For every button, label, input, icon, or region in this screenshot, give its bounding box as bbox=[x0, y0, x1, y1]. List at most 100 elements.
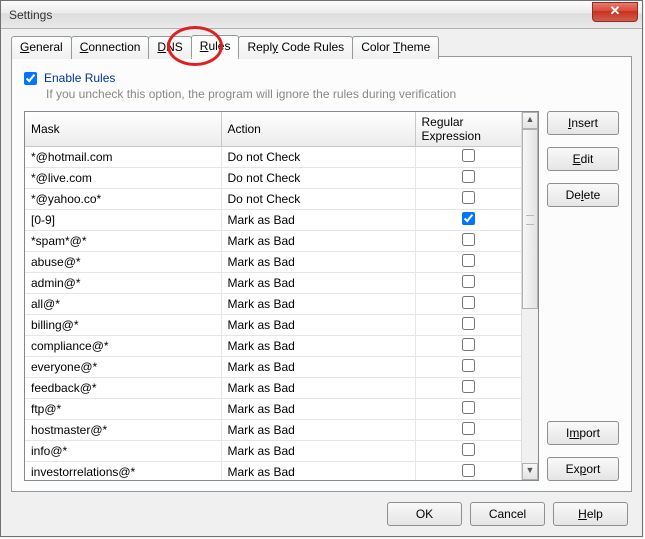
cell-mask: billing@* bbox=[25, 315, 221, 336]
regex-checkbox[interactable] bbox=[462, 296, 475, 309]
tab-reply-code-rules[interactable]: Reply Code Rules bbox=[238, 36, 353, 59]
table-row[interactable]: hostmaster@*Mark as Bad bbox=[25, 420, 521, 441]
table-row[interactable]: compliance@*Mark as Bad bbox=[25, 336, 521, 357]
scroll-down-button[interactable]: ▼ bbox=[522, 463, 538, 480]
enable-rules-label[interactable]: Enable Rules bbox=[44, 71, 115, 85]
cancel-button[interactable]: Cancel bbox=[470, 502, 545, 526]
cell-action: Mark as Bad bbox=[221, 420, 415, 441]
table-row[interactable]: billing@*Mark as Bad bbox=[25, 315, 521, 336]
col-action[interactable]: Action bbox=[221, 112, 415, 147]
table-row[interactable]: *@yahoo.co*Do not Check bbox=[25, 189, 521, 210]
cell-mask: feedback@* bbox=[25, 378, 221, 399]
cell-mask: *spam*@* bbox=[25, 231, 221, 252]
cell-mask: *@hotmail.com bbox=[25, 147, 221, 168]
table-row[interactable]: *@hotmail.comDo not Check bbox=[25, 147, 521, 168]
regex-checkbox[interactable] bbox=[462, 233, 475, 246]
regex-checkbox[interactable] bbox=[462, 170, 475, 183]
cell-action: Do not Check bbox=[221, 168, 415, 189]
delete-button[interactable]: Delete bbox=[547, 183, 619, 207]
cell-regex bbox=[415, 441, 521, 462]
cell-regex bbox=[415, 399, 521, 420]
rules-panel: Enable Rules If you uncheck this option,… bbox=[11, 56, 632, 492]
table-row[interactable]: investorrelations@*Mark as Bad bbox=[25, 462, 521, 481]
cell-mask: hostmaster@* bbox=[25, 420, 221, 441]
table-row[interactable]: feedback@*Mark as Bad bbox=[25, 378, 521, 399]
regex-checkbox[interactable] bbox=[462, 191, 475, 204]
table-row[interactable]: *spam*@*Mark as Bad bbox=[25, 231, 521, 252]
regex-checkbox[interactable] bbox=[462, 443, 475, 456]
cell-action: Do not Check bbox=[221, 189, 415, 210]
regex-checkbox[interactable] bbox=[462, 317, 475, 330]
table-row[interactable]: abuse@*Mark as Bad bbox=[25, 252, 521, 273]
rules-table-container: Mask Action Regular Expression *@hotmail… bbox=[24, 111, 539, 481]
cell-mask: compliance@* bbox=[25, 336, 221, 357]
cell-mask: all@* bbox=[25, 294, 221, 315]
col-mask[interactable]: Mask bbox=[25, 112, 221, 147]
cell-regex bbox=[415, 168, 521, 189]
cell-regex bbox=[415, 462, 521, 481]
cell-action: Mark as Bad bbox=[221, 462, 415, 481]
regex-checkbox[interactable] bbox=[462, 464, 475, 477]
cell-mask: abuse@* bbox=[25, 252, 221, 273]
regex-checkbox[interactable] bbox=[462, 254, 475, 267]
regex-checkbox[interactable] bbox=[462, 212, 475, 225]
regex-checkbox[interactable] bbox=[462, 338, 475, 351]
cell-regex bbox=[415, 336, 521, 357]
cell-mask: admin@* bbox=[25, 273, 221, 294]
cell-regex bbox=[415, 420, 521, 441]
close-button[interactable]: ✕ bbox=[592, 2, 638, 22]
regex-checkbox[interactable] bbox=[462, 401, 475, 414]
tab-connection[interactable]: Connection bbox=[71, 36, 150, 59]
tab-general[interactable]: General bbox=[11, 36, 72, 59]
cell-regex bbox=[415, 147, 521, 168]
cell-mask: [0-9] bbox=[25, 210, 221, 231]
cell-regex bbox=[415, 273, 521, 294]
cell-mask: ftp@* bbox=[25, 399, 221, 420]
table-row[interactable]: everyone@*Mark as Bad bbox=[25, 357, 521, 378]
cell-regex bbox=[415, 210, 521, 231]
regex-checkbox[interactable] bbox=[462, 359, 475, 372]
cell-regex bbox=[415, 189, 521, 210]
cell-mask: everyone@* bbox=[25, 357, 221, 378]
cell-action: Mark as Bad bbox=[221, 210, 415, 231]
regex-checkbox[interactable] bbox=[462, 275, 475, 288]
close-icon: ✕ bbox=[610, 3, 621, 18]
cell-action: Mark as Bad bbox=[221, 273, 415, 294]
tab-rules[interactable]: Rules bbox=[191, 35, 240, 58]
regex-checkbox[interactable] bbox=[462, 149, 475, 162]
side-button-group-lower: Import Export bbox=[547, 421, 619, 481]
help-button[interactable]: Help bbox=[553, 502, 628, 526]
table-row[interactable]: ftp@*Mark as Bad bbox=[25, 399, 521, 420]
tab-strip: General Connection DNS Rules Reply Code … bbox=[11, 35, 632, 58]
dialog-button-bar: OK Cancel Help bbox=[387, 502, 628, 526]
cell-regex bbox=[415, 252, 521, 273]
rules-table: Mask Action Regular Expression *@hotmail… bbox=[25, 112, 521, 480]
enable-rules-checkbox[interactable] bbox=[24, 72, 37, 85]
table-row[interactable]: *@live.comDo not Check bbox=[25, 168, 521, 189]
enable-rules-hint: If you uncheck this option, the program … bbox=[46, 87, 619, 101]
tab-color-theme[interactable]: Color Theme bbox=[352, 36, 439, 59]
table-row[interactable]: all@*Mark as Bad bbox=[25, 294, 521, 315]
scroll-thumb[interactable] bbox=[522, 129, 538, 309]
export-button[interactable]: Export bbox=[547, 457, 619, 481]
table-row[interactable]: [0-9]Mark as Bad bbox=[25, 210, 521, 231]
col-regex[interactable]: Regular Expression bbox=[415, 112, 521, 147]
cell-regex bbox=[415, 294, 521, 315]
cell-regex bbox=[415, 357, 521, 378]
insert-button[interactable]: Insert bbox=[547, 111, 619, 135]
scroll-up-button[interactable]: ▲ bbox=[522, 112, 538, 129]
table-row[interactable]: info@*Mark as Bad bbox=[25, 441, 521, 462]
cell-action: Do not Check bbox=[221, 147, 415, 168]
cell-regex bbox=[415, 315, 521, 336]
cell-regex bbox=[415, 231, 521, 252]
side-button-group: Insert Edit Delete bbox=[547, 111, 619, 207]
ok-button[interactable]: OK bbox=[387, 502, 462, 526]
table-row[interactable]: admin@*Mark as Bad bbox=[25, 273, 521, 294]
cell-regex bbox=[415, 378, 521, 399]
import-button[interactable]: Import bbox=[547, 421, 619, 445]
regex-checkbox[interactable] bbox=[462, 380, 475, 393]
edit-button[interactable]: Edit bbox=[547, 147, 619, 171]
vertical-scrollbar[interactable]: ▲ ▼ bbox=[521, 112, 538, 480]
regex-checkbox[interactable] bbox=[462, 422, 475, 435]
tab-dns[interactable]: DNS bbox=[148, 36, 191, 59]
